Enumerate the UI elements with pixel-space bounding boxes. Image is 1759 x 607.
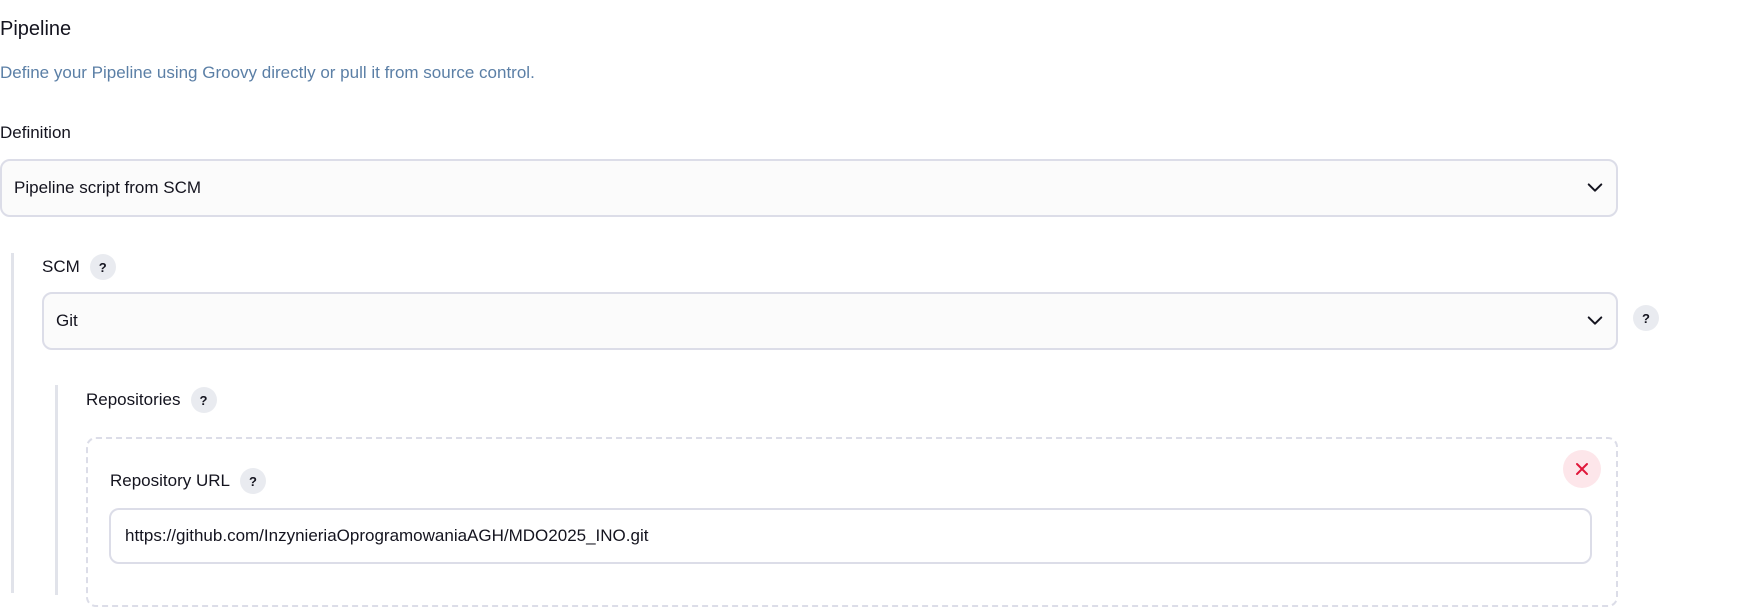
repository-url-label-text: Repository URL (110, 471, 230, 490)
scm-help-button[interactable]: ? (89, 254, 116, 280)
scm-side-help-button[interactable]: ? (1633, 305, 1659, 331)
repositories-label: Repositories ? (86, 387, 217, 413)
chevron-down-icon (1587, 316, 1603, 325)
repositories-indent-bar (55, 385, 58, 595)
scm-select[interactable]: Git (42, 292, 1618, 350)
definition-selected-value: Pipeline script from SCM (14, 178, 202, 197)
definition-label-text: Definition (0, 123, 71, 142)
repositories-label-text: Repositories (86, 390, 181, 409)
repository-url-input[interactable] (109, 508, 1592, 564)
scm-selected-value: Git (56, 311, 78, 330)
delete-repository-button[interactable] (1563, 450, 1601, 488)
repositories-help-button[interactable]: ? (190, 387, 217, 413)
definition-select[interactable]: Pipeline script from SCM (0, 159, 1618, 217)
repository-url-label: Repository URL ? (110, 468, 266, 494)
scm-indent-bar (11, 253, 14, 593)
close-icon (1576, 463, 1588, 475)
pipeline-section-description: Define your Pipeline using Groovy direct… (0, 63, 535, 82)
chevron-down-icon (1587, 183, 1603, 192)
repository-url-help-button[interactable]: ? (240, 468, 266, 494)
pipeline-section-title: Pipeline (0, 18, 72, 40)
scm-label-text: SCM (42, 257, 80, 276)
definition-label: Definition (0, 123, 71, 143)
scm-label: SCM ? (42, 254, 116, 280)
